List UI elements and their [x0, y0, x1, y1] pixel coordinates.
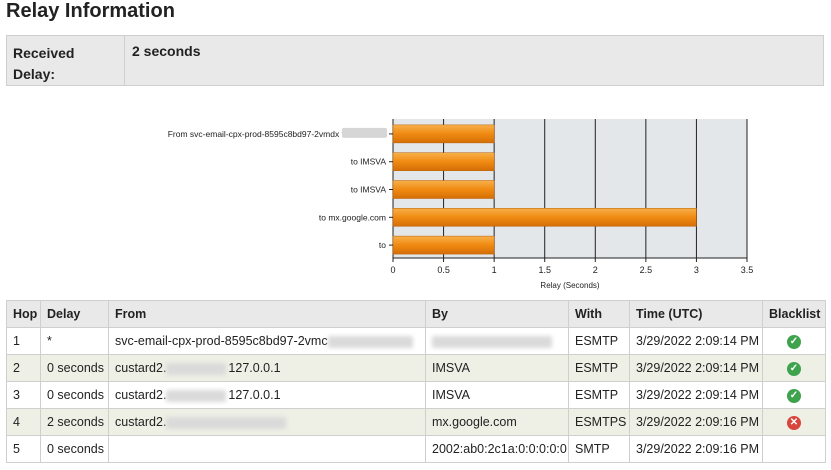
cell-delay: 0 seconds — [40, 381, 109, 409]
cell-blacklist: ✓ — [762, 381, 826, 409]
page-title: Relay Information — [6, 0, 175, 22]
from-ip: 127.0.0.1 — [228, 388, 281, 402]
table-row: 2 0 seconds custard2. 127.0.0.1 IMSVA ESM… — [6, 354, 826, 382]
from-ip: 127.0.0.1 — [228, 361, 281, 375]
cell-blacklist — [762, 435, 826, 463]
cell-blacklist: ✕ — [762, 408, 826, 436]
table-row: 5 0 seconds 2002:ab0:2c1a:0:0:0:0:0 SMTP… — [6, 435, 826, 463]
table-header-row: Hop Delay From By With Time (UTC) Blackl… — [6, 300, 826, 328]
x-tick-label: 3 — [694, 265, 699, 275]
y-tick-label: to mx.google.com — [319, 212, 386, 222]
header-with: With — [568, 300, 630, 328]
cell-delay: * — [40, 327, 109, 355]
table-row: 4 2 seconds custard2. mx.google.com ESMT… — [6, 408, 826, 436]
received-delay-label: Received Delay: — [13, 45, 75, 82]
from-host: custard2. — [115, 388, 167, 402]
cell-from — [108, 435, 426, 463]
header-from: From — [108, 300, 426, 328]
redacted-text — [166, 416, 287, 429]
check-icon: ✓ — [787, 335, 801, 349]
cell-time: 3/29/2022 2:09:16 PM — [629, 435, 763, 463]
cell-delay: 0 seconds — [40, 354, 109, 382]
relay-chart: 0 0.5 1 1.5 2 2.5 3 3.5From svc-email-cpx-prod-… — [168, 119, 754, 290]
cell-by: IMSVA — [425, 354, 569, 382]
cell-hop: 5 — [6, 435, 41, 463]
cell-by: IMSVA — [425, 381, 569, 409]
header-blacklist: Blacklist — [762, 300, 826, 328]
y-tick-label: to — [379, 240, 386, 250]
x-tick-label: 3.5 — [741, 265, 754, 275]
from-host: custard2. — [115, 415, 167, 429]
cell-with: SMTP — [568, 435, 630, 463]
cell-from: svc-email-cpx-prod-8595c8bd97-2vmc — [108, 327, 426, 355]
cell-hop: 1 — [6, 327, 41, 355]
cell-time: 3/29/2022 2:09:14 PM — [629, 381, 763, 409]
check-icon: ✓ — [787, 389, 801, 403]
from-host: custard2. — [115, 361, 167, 375]
y-tick-label: to IMSVA — [351, 185, 387, 195]
redacted-text — [327, 335, 413, 348]
cell-with: ESMTPS — [568, 408, 630, 436]
bar — [392, 208, 697, 227]
x-tick-label: 0.5 — [437, 265, 450, 275]
bar — [392, 180, 495, 199]
relay-table: Hop Delay From By With Time (UTC) Blackl… — [6, 300, 826, 463]
divider — [124, 36, 125, 85]
cell-by — [425, 327, 569, 355]
cell-hop: 2 — [6, 354, 41, 382]
header-delay: Delay — [40, 300, 109, 328]
cell-with: ESMTP — [568, 327, 630, 355]
cell-from: custard2. 127.0.0.1 — [108, 354, 426, 382]
x-tick-label: 2 — [593, 265, 598, 275]
cell-delay: 0 seconds — [40, 435, 109, 463]
cell-time: 3/29/2022 2:09:14 PM — [629, 327, 763, 355]
redacted-text — [432, 335, 552, 348]
redacted-text — [342, 127, 387, 138]
cell-from: custard2. 127.0.0.1 — [108, 381, 426, 409]
cell-time: 3/29/2022 2:09:16 PM — [629, 408, 763, 436]
cell-hop: 4 — [6, 408, 41, 436]
cell-by: mx.google.com — [425, 408, 569, 436]
x-tick-label: 2.5 — [640, 265, 653, 275]
x-tick-label: 0 — [390, 265, 395, 275]
y-tick-label: to IMSVA — [351, 157, 387, 167]
redacted-text — [166, 362, 227, 375]
cell-with: ESMTP — [568, 354, 630, 382]
x-axis-label: Relay (Seconds) — [540, 281, 599, 290]
x-tick-label: 1 — [492, 265, 497, 275]
check-icon: ✓ — [787, 362, 801, 376]
header-time: Time (UTC) — [629, 300, 763, 328]
cell-time: 3/29/2022 2:09:14 PM — [629, 354, 763, 382]
bar — [392, 124, 495, 144]
header-by: By — [425, 300, 569, 328]
table-row: 1 * svc-email-cpx-prod-8595c8bd97-2vmc E… — [6, 327, 826, 355]
x-tick-label: 1.5 — [538, 265, 551, 275]
table-row: 3 0 seconds custard2. 127.0.0.1 IMSVA ESM… — [6, 381, 826, 409]
redacted-text — [166, 389, 227, 402]
cell-blacklist: ✓ — [762, 327, 826, 355]
header-hop: Hop — [6, 300, 41, 328]
bar — [392, 235, 495, 255]
cell-from: custard2. — [108, 408, 426, 436]
cell-with: ESMTP — [568, 381, 630, 409]
received-delay-panel: Received Delay: 2 seconds — [6, 35, 824, 86]
cell-delay: 2 seconds — [40, 408, 109, 436]
cell-hop: 3 — [6, 381, 41, 409]
blocked-icon: ✕ — [787, 416, 801, 430]
cell-blacklist: ✓ — [762, 354, 826, 382]
bar — [392, 152, 495, 171]
from-host: svc-email-cpx-prod-8595c8bd97-2vmc — [115, 334, 328, 348]
cell-by: 2002:ab0:2c1a:0:0:0:0:0 — [425, 435, 569, 463]
received-delay-value: 2 seconds — [132, 43, 201, 59]
